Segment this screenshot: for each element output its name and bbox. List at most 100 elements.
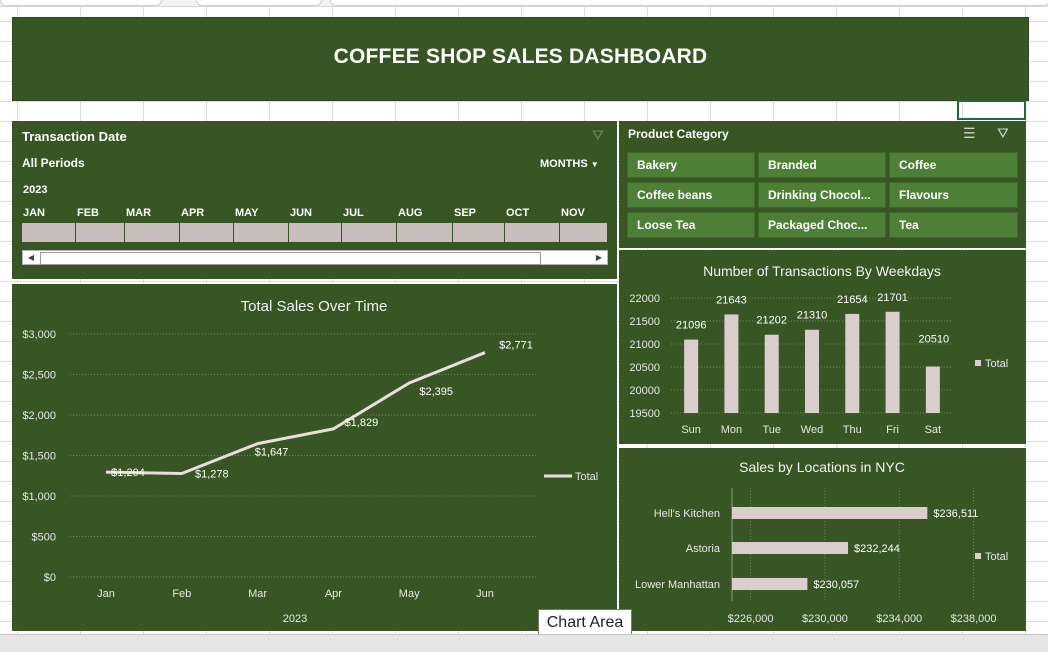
slicer-item[interactable]: Packaged Choc... (758, 212, 886, 238)
slicer-item[interactable]: Flavours (889, 182, 1018, 208)
sales-by-location-chart[interactable]: Sales by Locations in NYC $226,000 $230,00… (619, 448, 1026, 631)
tab-stub-3 (330, 0, 1048, 6)
timeline-month-bar[interactable] (289, 223, 341, 242)
timeline-month-bar[interactable] (22, 223, 75, 242)
timeline-month-label: FEB (77, 207, 99, 219)
timeline-level-label: MONTHS (540, 158, 588, 170)
x-tick-label: Tue (762, 424, 781, 436)
legend-label: Total (575, 471, 598, 483)
timeline-month-bar[interactable] (125, 223, 179, 242)
data-label: $2,771 (499, 340, 533, 352)
clear-filter-icon[interactable]: ⛛ (592, 127, 604, 144)
slicer-item[interactable]: Loose Tea (627, 212, 755, 238)
timeline-scroll-thumb[interactable] (40, 252, 541, 265)
slicer-item[interactable]: Coffee (889, 152, 1018, 178)
timeline-level-dropdown[interactable]: MONTHS ▼ (540, 158, 599, 170)
transactions-by-weekday-chart[interactable]: Number of Transactions By Weekdays 19500 2… (619, 250, 1026, 444)
slicer-item[interactable]: Coffee beans (627, 182, 755, 208)
timeline-month-bar[interactable] (76, 223, 124, 242)
y-tick-label: 20000 (629, 385, 660, 397)
chevron-down-icon: ▼ (590, 160, 599, 169)
chart-title: Sales by Locations in NYC (739, 459, 905, 475)
data-label: 21643 (716, 294, 747, 306)
timeline-month-label: NOV (561, 207, 585, 219)
chart-area-tooltip: Chart Area (538, 609, 632, 636)
x-tick-label: $234,000 (876, 613, 922, 625)
bar (732, 578, 808, 590)
y-tick-label: $2,000 (22, 410, 56, 422)
slicer-item[interactable]: Bakery (627, 152, 755, 178)
x-tick-label: $230,000 (802, 613, 848, 625)
product-category-slicer[interactable]: Product Category ☰ ⛛ Bakery Branded Coffee… (619, 121, 1026, 248)
timeline-periods-label: All Periods (22, 156, 85, 170)
legend-swatch (975, 360, 981, 366)
timeline-month-label: OCT (506, 207, 530, 219)
x-tick-label: Feb (172, 588, 191, 600)
y-tick-label: 22000 (629, 293, 660, 305)
line-chart-svg: Total Sales Over Time $0 $500 $1,000 $1,500 $… (22, 298, 598, 625)
x-tick-label: Apr (325, 588, 342, 600)
y-tick-label: $2,500 (22, 370, 56, 382)
dashboard-title-band: COFFEE SHOP SALES DASHBOARD (12, 17, 1029, 101)
timeline-month-label: APR (181, 207, 205, 219)
chart-title: Total Sales Over Time (241, 298, 388, 315)
timeline-month-bar[interactable] (342, 223, 396, 242)
y-tick-label: 21500 (629, 316, 660, 328)
x-tick-label: Fri (886, 424, 899, 436)
timeline-month-bar[interactable] (560, 223, 607, 242)
x-tick-label: Jan (97, 588, 115, 600)
timeline-month-label: SEP (454, 207, 477, 219)
timeline-scrollbar[interactable]: ◀ ▶ (22, 250, 608, 265)
slicer-item[interactable]: Branded (758, 152, 886, 178)
legend-label: Total (985, 358, 1008, 370)
timeline-month-label: MAY (235, 207, 259, 219)
x-tick-label: Sat (925, 424, 942, 436)
hbar-chart-svg: Sales by Locations in NYC $226,000 $230,00… (635, 459, 1008, 625)
y-tick-label: 20500 (629, 362, 660, 374)
y-tick-label: 19500 (629, 408, 660, 420)
selected-cell[interactable] (957, 100, 1026, 120)
timeline-month-label: AUG (398, 207, 423, 219)
y-tick-label: Lower Manhattan (635, 579, 720, 591)
x-axis-label: 2023 (283, 613, 307, 625)
slicer-item[interactable]: Drinking Chocol... (758, 182, 886, 208)
chart-title: Number of Transactions By Weekdays (703, 263, 941, 279)
data-label: $236,511 (933, 508, 978, 520)
timeline-month-label: JUN (290, 207, 313, 219)
scroll-left-icon[interactable]: ◀ (25, 252, 37, 263)
legend-swatch (975, 553, 981, 559)
slicer-item[interactable]: Tea (889, 212, 1018, 238)
data-label: 21701 (877, 292, 908, 304)
x-tick-label: Thu (843, 424, 862, 436)
data-label: $2,395 (419, 386, 453, 398)
tab-stub-1 (0, 0, 162, 6)
clear-filter-icon[interactable]: ⛛ (997, 125, 1009, 142)
scroll-right-icon[interactable]: ▶ (593, 252, 605, 263)
timeline-month-bar[interactable] (180, 223, 233, 242)
legend-label: Total (985, 551, 1008, 563)
bar-chart-svg: Number of Transactions By Weekdays 19500 2… (629, 263, 1008, 436)
data-label: 21202 (756, 315, 787, 327)
y-tick-label: $1,500 (22, 451, 56, 463)
data-label: $1,278 (195, 468, 229, 480)
data-label: $232,244 (854, 543, 900, 555)
timeline-month-label: JUL (343, 207, 364, 219)
x-tick-label: Mar (248, 588, 267, 600)
timeline-title: Transaction Date (22, 129, 127, 144)
x-tick-label: Sun (681, 424, 701, 436)
timeline-month-bar[interactable] (397, 223, 452, 242)
timeline-month-bar[interactable] (505, 223, 559, 242)
multi-select-icon[interactable]: ☰ (963, 125, 976, 142)
timeline-slicer[interactable]: Transaction Date ⛛ All Periods MONTHS ▼ … (12, 121, 617, 279)
bar (845, 313, 860, 413)
y-tick-label: Astoria (686, 543, 721, 555)
slicer-title: Product Category (628, 127, 729, 141)
sales-over-time-chart[interactable]: Total Sales Over Time $0 $500 $1,000 $1,500 $… (12, 284, 617, 631)
data-label: 20510 (919, 334, 950, 346)
timeline-month-bar[interactable] (453, 223, 504, 242)
bar (684, 339, 699, 413)
timeline-month-bar[interactable] (234, 223, 288, 242)
x-tick-label: May (399, 588, 420, 600)
y-tick-label: 21000 (629, 339, 660, 351)
x-tick-label: $238,000 (951, 613, 997, 625)
